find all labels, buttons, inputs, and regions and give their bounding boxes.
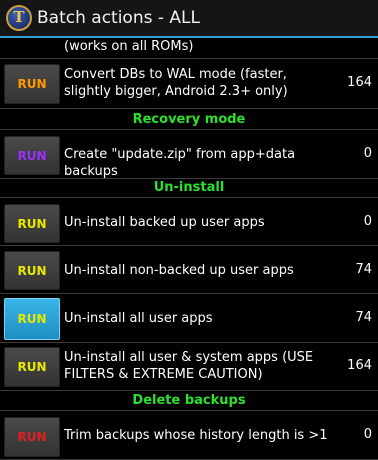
section-header-recovery-mode: Recovery mode bbox=[0, 110, 378, 130]
action-label: Un-install all user apps bbox=[64, 311, 213, 326]
list-item-uninstall-non-backed-up: RUN Un-install non-backed up user apps 7… bbox=[0, 246, 378, 294]
action-label: Trim backups whose history length is >1 bbox=[64, 428, 328, 443]
list-item-trim-backups: RUN Trim backups whose history length is… bbox=[0, 412, 378, 460]
run-button-trim-backups[interactable]: RUN bbox=[4, 417, 60, 457]
run-button-uninstall-all-system[interactable]: RUN bbox=[4, 347, 60, 387]
item-count: 164 bbox=[347, 75, 372, 90]
action-label: Un-install non-backed up user apps bbox=[64, 263, 294, 278]
page-title: Batch actions - ALL bbox=[37, 8, 200, 28]
section-header-uninstall: Un-install bbox=[0, 178, 378, 198]
item-count: 0 bbox=[363, 427, 372, 442]
action-label: Convert DBs to WAL mode (faster, slightl… bbox=[64, 67, 288, 99]
list-item-uninstall-backed-up: RUN Un-install backed up user apps 0 bbox=[0, 199, 378, 246]
run-button-update-zip[interactable]: RUN bbox=[4, 136, 60, 175]
run-button-uninstall-all-user[interactable]: RUN bbox=[4, 298, 60, 340]
action-label: Un-install backed up user apps bbox=[64, 215, 265, 230]
run-button-wal-mode[interactable]: RUN bbox=[4, 64, 60, 104]
run-button-uninstall-backed-up[interactable]: RUN bbox=[4, 204, 60, 243]
batch-actions-list[interactable]: (works on all ROMs) RUN Convert DBs to W… bbox=[0, 38, 378, 460]
item-count: 0 bbox=[363, 214, 372, 229]
list-item-partial: (works on all ROMs) bbox=[0, 38, 378, 59]
action-label: Create "update.zip" from app+data backup… bbox=[64, 147, 296, 179]
list-item-uninstall-all-system: RUN Un-install all user & system apps (U… bbox=[0, 343, 378, 391]
run-button-uninstall-non-backed-up[interactable]: RUN bbox=[4, 251, 60, 290]
list-item-wal-mode: RUN Convert DBs to WAL mode (faster, sli… bbox=[0, 59, 378, 109]
action-label: (works on all ROMs) bbox=[64, 39, 194, 54]
list-item-uninstall-all-user: RUN Un-install all user apps 74 bbox=[0, 294, 378, 343]
item-count: 0 bbox=[363, 146, 372, 161]
section-header-delete-backups: Delete backups bbox=[0, 391, 378, 411]
titanium-t-icon[interactable]: T bbox=[6, 5, 32, 31]
action-bar: T Batch actions - ALL bbox=[0, 0, 378, 38]
item-count: 74 bbox=[355, 262, 372, 277]
item-count: 164 bbox=[347, 358, 372, 373]
action-label: Un-install all user & system apps (USE F… bbox=[64, 350, 314, 382]
item-count: 74 bbox=[355, 310, 372, 325]
list-item-update-zip: RUN Create "update.zip" from app+data ba… bbox=[0, 131, 378, 179]
